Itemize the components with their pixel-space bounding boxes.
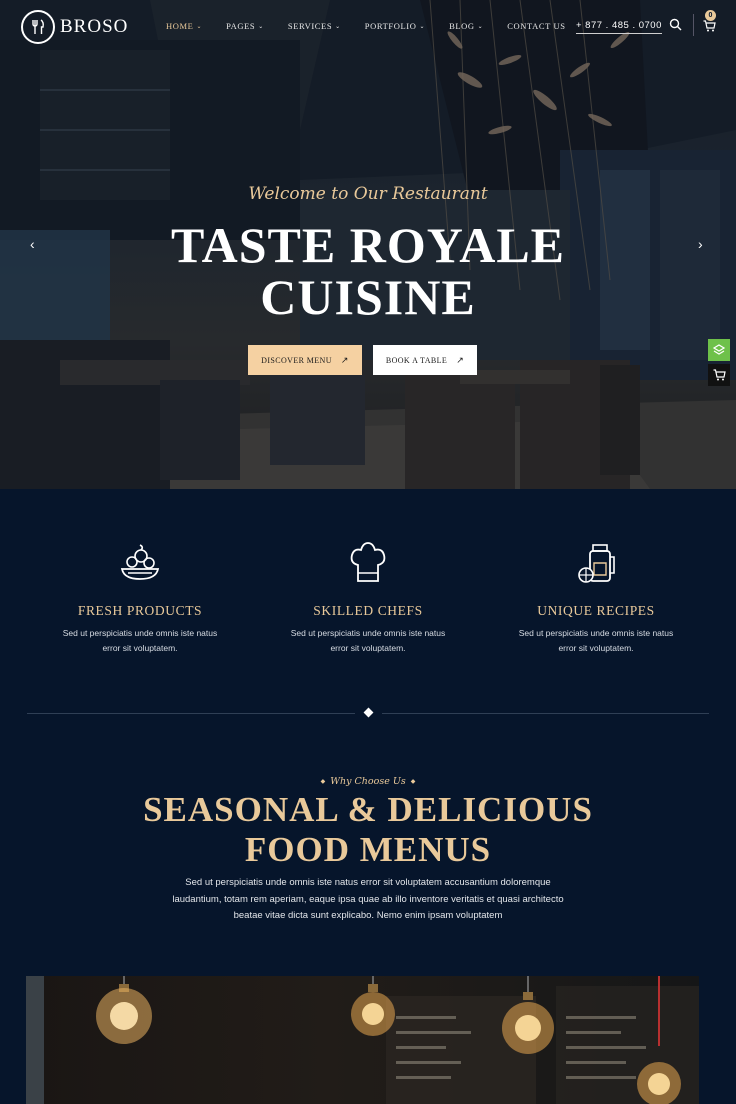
menu-item-blog[interactable]: BLOG ⌄ bbox=[449, 21, 483, 31]
feature-text-line2: error sit voluptatem. bbox=[558, 643, 634, 653]
feature-text-line1: Sed ut perspiciatis unde omnis iste natu… bbox=[62, 628, 218, 638]
arrow-up-right-icon: ↗ bbox=[456, 354, 465, 365]
hero-subtitle: Welcome to Our Restaurant bbox=[248, 184, 488, 204]
section-title-line1: SEASONAL & DELICIOUS bbox=[143, 790, 593, 829]
menu-item-pages[interactable]: PAGES ⌄ bbox=[226, 21, 264, 31]
hero-slider: BROSO HOME ⌄ PAGES ⌄ SERVICES ⌄ PORTFOLIO ⌄ … bbox=[0, 0, 736, 489]
menu-label: SERVICES bbox=[287, 21, 333, 31]
menu-item-portfolio[interactable]: PORTFOLIO ⌄ bbox=[365, 21, 425, 31]
top-navbar: BROSO HOME ⌄ PAGES ⌄ SERVICES ⌄ PORTFOLIO ⌄ … bbox=[0, 0, 736, 52]
feature-description: Sed ut perspiciatis unde omnis iste natu… bbox=[50, 626, 230, 656]
feature-title: UNIQUE RECIPES bbox=[537, 603, 655, 618]
chevron-down-icon: ⌄ bbox=[477, 23, 484, 30]
menu-item-services[interactable]: SERVICES ⌄ bbox=[288, 21, 341, 31]
feature-text-line1: Sed ut perspiciatis unde omnis iste natu… bbox=[290, 628, 446, 638]
menu-label: HOME bbox=[166, 21, 194, 31]
hero-title-line2: CUISINE bbox=[260, 269, 476, 325]
chevron-down-icon: ⌄ bbox=[419, 23, 426, 30]
hero-title-line1: TASTE ROYALE bbox=[170, 217, 566, 273]
chevron-down-icon: ⌄ bbox=[196, 23, 203, 30]
section-tag-text: Why Choose Us bbox=[330, 776, 406, 787]
feature-text-line1: Sed ut perspiciatis unde omnis iste natu… bbox=[518, 628, 674, 638]
hero-title: TASTE ROYALE CUISINE bbox=[0, 219, 736, 323]
feature-text-line2: error sit voluptatem. bbox=[330, 643, 406, 653]
search-icon[interactable] bbox=[669, 18, 682, 36]
drink-jar-icon bbox=[482, 541, 710, 587]
nav-divider bbox=[693, 14, 694, 36]
side-tab-demo[interactable] bbox=[708, 339, 730, 361]
diamond-bullet-icon: ◆ bbox=[320, 778, 326, 785]
feature-unique-recipes: UNIQUE RECIPES Sed ut perspiciatis unde … bbox=[482, 541, 710, 656]
slider-next-arrow-icon[interactable]: › bbox=[698, 236, 703, 252]
book-table-button[interactable]: BOOK A TABLE ↗ bbox=[373, 345, 477, 375]
slider-prev-arrow-icon[interactable]: ‹ bbox=[30, 236, 35, 252]
brand-name: BROSO bbox=[60, 16, 129, 37]
chevron-down-icon: ⌄ bbox=[258, 23, 264, 30]
menu-label: PAGES bbox=[226, 21, 256, 31]
arrow-up-right-icon: ↗ bbox=[340, 354, 349, 365]
section-text-line3: beatae vitae dicta sunt explicabo. Nemo … bbox=[233, 910, 503, 921]
feature-skilled-chefs: SKILLED CHEFS Sed ut perspiciatis unde o… bbox=[254, 541, 482, 656]
feature-description: Sed ut perspiciatis unde omnis iste natu… bbox=[278, 626, 458, 656]
section-title-line2: FOOD MENUS bbox=[244, 830, 492, 869]
pendant-bulbs-photo bbox=[26, 976, 699, 1104]
discover-menu-button[interactable]: DISCOVER MENU ↗ bbox=[248, 345, 362, 375]
menu-item-contact[interactable]: CONTACT US bbox=[507, 21, 565, 31]
diamond-bullet-icon: ◆ bbox=[410, 778, 416, 785]
feature-description: Sed ut perspiciatis unde omnis iste natu… bbox=[506, 626, 686, 656]
fork-knife-circle-logo-icon bbox=[21, 10, 55, 44]
brand-logo[interactable]: BROSO bbox=[21, 10, 128, 44]
section-divider-right bbox=[382, 713, 709, 714]
section-title: SEASONAL & DELICIOUS FOOD MENUS bbox=[0, 790, 736, 870]
food-bowl-icon bbox=[26, 541, 254, 587]
main-menu: HOME ⌄ PAGES ⌄ SERVICES ⌄ PORTFOLIO ⌄ BLOG ⌄ … bbox=[166, 21, 590, 31]
menu-label: CONTACT US bbox=[507, 21, 566, 31]
phone-number-link[interactable]: + 877 . 485 . 0700 bbox=[576, 20, 662, 34]
chevron-down-icon: ⌄ bbox=[335, 23, 341, 30]
section-tag: ◆ Why Choose Us ◆ bbox=[0, 776, 736, 787]
side-tab-cart[interactable] bbox=[708, 364, 730, 386]
cart-icon bbox=[713, 369, 726, 381]
menu-label: BLOG bbox=[449, 21, 475, 31]
feature-text-line2: error sit voluptatem. bbox=[102, 643, 178, 653]
section-text-line2: laudantium, totam rem aperiam, eaque ips… bbox=[172, 893, 564, 905]
button-label: BOOK A TABLE bbox=[385, 355, 448, 365]
feature-title: SKILLED CHEFS bbox=[313, 603, 423, 618]
menu-item-home[interactable]: HOME ⌄ bbox=[166, 21, 202, 31]
features-section: FRESH PRODUCTS Sed ut perspiciatis unde … bbox=[0, 489, 736, 729]
section-text-line1: Sed ut perspiciatis unde omnis iste natu… bbox=[185, 877, 551, 888]
cart-icon[interactable] bbox=[703, 19, 716, 37]
menu-label: PORTFOLIO bbox=[364, 21, 417, 31]
section-description: Sed ut perspiciatis unde omnis iste natu… bbox=[150, 875, 586, 925]
section-divider-left bbox=[27, 713, 355, 714]
chef-hat-icon bbox=[254, 541, 482, 587]
feature-title: FRESH PRODUCTS bbox=[77, 603, 203, 618]
cart-count-badge: 0 bbox=[705, 10, 716, 21]
layers-icon bbox=[712, 344, 726, 355]
feature-fresh-products: FRESH PRODUCTS Sed ut perspiciatis unde … bbox=[26, 541, 254, 656]
button-label: DISCOVER MENU bbox=[261, 355, 332, 365]
